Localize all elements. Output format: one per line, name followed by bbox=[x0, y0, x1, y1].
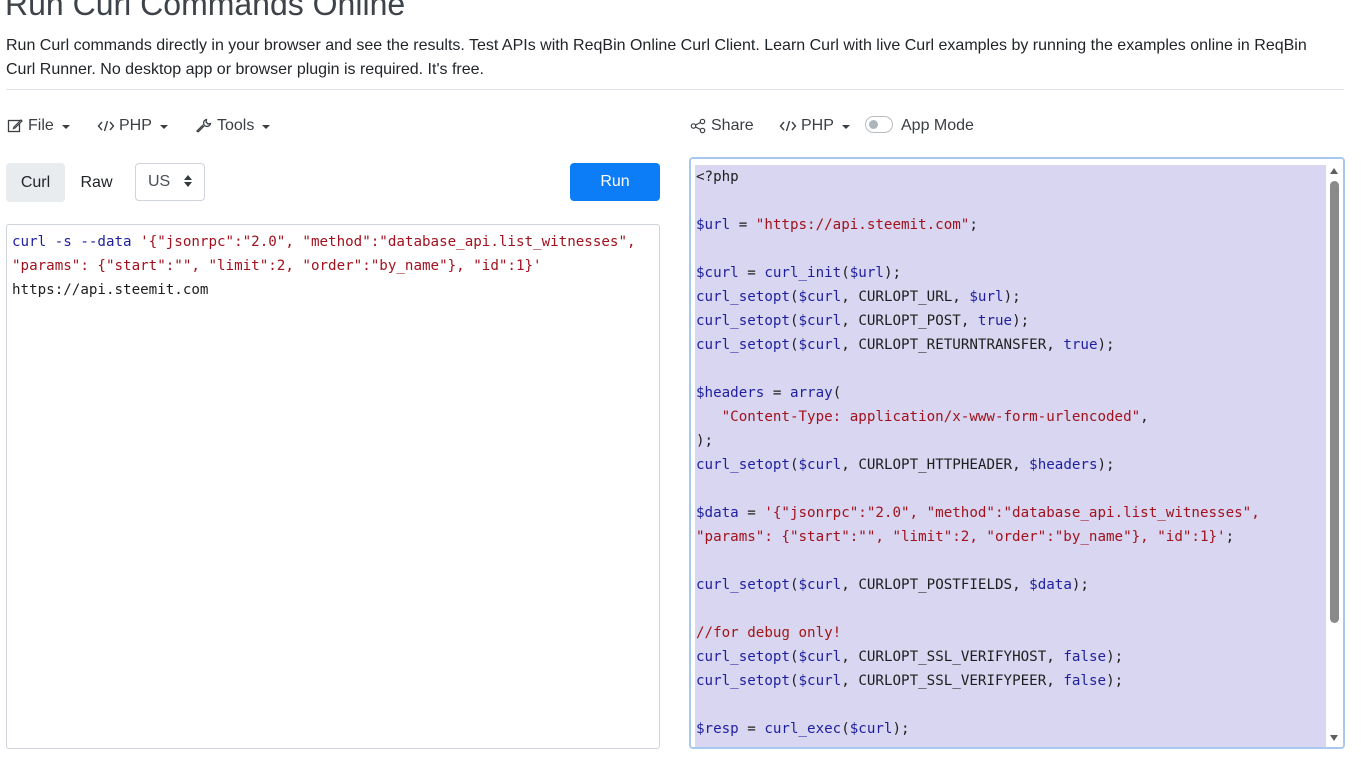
php-menu-left[interactable]: PHP bbox=[97, 114, 168, 138]
app-mode-toggle[interactable] bbox=[865, 116, 893, 133]
select-arrows-icon bbox=[184, 175, 192, 187]
chevron-down-icon bbox=[841, 125, 850, 129]
region-select-value: US bbox=[148, 173, 171, 190]
share-button[interactable]: Share bbox=[689, 114, 754, 138]
code-icon bbox=[97, 117, 115, 135]
code-line: $resp = curl_exec($curl); bbox=[696, 721, 910, 737]
code-line: ​ bbox=[696, 477, 1260, 501]
curl-line: curl -s --data '{"jsonrpc":"2.0", "metho… bbox=[12, 230, 659, 254]
code-line: ); bbox=[696, 433, 714, 449]
code-line: "Content-Type: application/x-www-form-ur… bbox=[721, 409, 1149, 425]
code-line: curl_setopt($curl, CURLOPT_SSL_VERIFYPEE… bbox=[696, 673, 1124, 689]
tools-menu-label: Tools bbox=[217, 117, 255, 134]
file-menu-label: File bbox=[28, 117, 54, 134]
scroll-down-icon[interactable] bbox=[1330, 735, 1338, 741]
curl-line: "params": {"start":"", "limit":2, "order… bbox=[12, 254, 659, 278]
code-line: ​ bbox=[696, 549, 1260, 573]
chevron-down-icon bbox=[159, 125, 168, 129]
code-line: curl_setopt($curl, CURLOPT_URL, $url); bbox=[696, 289, 1021, 305]
code-comment: //for debug only! bbox=[696, 625, 842, 641]
php-menu-label: PHP bbox=[801, 117, 834, 134]
code-line: $curl = curl_init($url); bbox=[696, 265, 902, 281]
code-line: curl_setopt($curl, CURLOPT_RETURNTRANSFE… bbox=[696, 337, 1115, 353]
divider bbox=[6, 89, 1344, 90]
code-line: ​ bbox=[696, 237, 1260, 261]
share-label: Share bbox=[711, 117, 754, 134]
curl-data-string: '{"jsonrpc":"2.0", "method":"database_ap… bbox=[140, 234, 636, 250]
code-line: $data = '{"jsonrpc":"2.0", "method":"dat… bbox=[696, 505, 1260, 521]
code-line: curl_setopt($curl, CURLOPT_HTTPHEADER, $… bbox=[696, 457, 1115, 473]
code-line: $headers = array( bbox=[696, 385, 842, 401]
page-description: Run Curl commands directly in your brows… bbox=[6, 37, 1307, 78]
region-select[interactable]: US bbox=[135, 163, 205, 201]
share-icon bbox=[689, 117, 707, 135]
tab-curl[interactable]: Curl bbox=[6, 163, 65, 202]
page-title: Run Curl Commands Online bbox=[5, 0, 406, 22]
tab-raw[interactable]: Raw bbox=[67, 163, 126, 202]
scroll-up-icon[interactable] bbox=[1330, 168, 1338, 174]
php-menu-right[interactable]: PHP bbox=[779, 114, 850, 138]
php-code: <?php ​ $url = "https://api.steemit.com"… bbox=[696, 165, 1260, 741]
scrollbar[interactable] bbox=[1326, 159, 1343, 747]
file-menu[interactable]: File bbox=[6, 114, 70, 138]
code-line: <?php bbox=[696, 169, 739, 185]
php-menu-label: PHP bbox=[119, 117, 152, 134]
curl-editor[interactable]: curl -s --data '{"jsonrpc":"2.0", "metho… bbox=[6, 224, 660, 749]
run-button[interactable]: Run bbox=[570, 163, 660, 201]
curl-command: curl -s --data bbox=[12, 234, 141, 250]
toggle-knob bbox=[869, 120, 878, 129]
code-line: curl_setopt($curl, CURLOPT_POSTFIELDS, $… bbox=[696, 577, 1089, 593]
scrollbar-thumb[interactable] bbox=[1330, 181, 1339, 623]
edit-icon bbox=[6, 117, 24, 135]
app-mode-label: App Mode bbox=[901, 117, 974, 134]
code-line: curl_setopt($curl, CURLOPT_SSL_VERIFYHOS… bbox=[696, 649, 1124, 665]
code-line: "params": {"start":"", "limit":2, "order… bbox=[696, 529, 1235, 545]
curl-url: https://api.steemit.com bbox=[12, 282, 209, 298]
chevron-down-icon bbox=[61, 125, 70, 129]
tools-menu[interactable]: Tools bbox=[195, 114, 271, 138]
code-line: curl_setopt($curl, CURLOPT_POST, true); bbox=[696, 313, 1030, 329]
code-icon bbox=[779, 117, 797, 135]
code-line: ​ bbox=[696, 693, 1260, 717]
code-line: ​ bbox=[696, 597, 1260, 621]
wrench-icon bbox=[195, 117, 213, 135]
chevron-down-icon bbox=[262, 125, 271, 129]
php-code-editor[interactable]: <?php ​ $url = "https://api.steemit.com"… bbox=[689, 157, 1345, 749]
code-line: ​ bbox=[696, 189, 1260, 213]
code-line: ​ bbox=[696, 357, 1260, 381]
curl-data-string: "params": {"start":"", "limit":2, "order… bbox=[12, 258, 542, 274]
code-line: $url = "https://api.steemit.com"; bbox=[696, 217, 978, 233]
